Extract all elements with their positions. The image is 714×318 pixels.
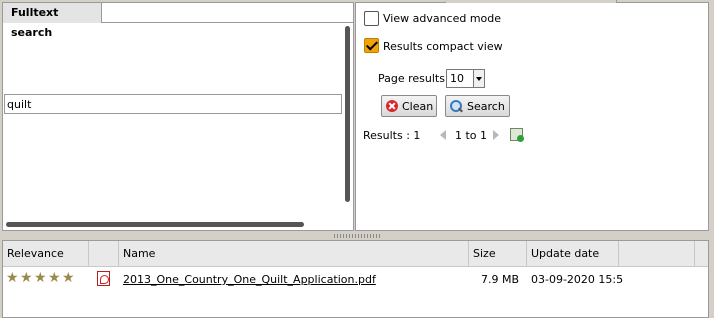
advanced-mode-checkbox[interactable] [364, 11, 379, 26]
page-results-value: 10 [450, 72, 464, 85]
chevron-down-icon[interactable] [473, 70, 484, 87]
results-count: Results : 1 [363, 129, 421, 142]
tab-stub[interactable] [586, 0, 617, 3]
vertical-scrollbar[interactable] [345, 26, 350, 202]
compact-view-label: Results compact view [383, 40, 503, 53]
file-size: 7.9 MB [481, 273, 520, 286]
file-update-date: 03-09-2020 15:5 [531, 273, 624, 286]
search-button-label: Search [467, 99, 505, 113]
relevance-star-icon: ★ [6, 270, 19, 286]
previous-page-icon[interactable] [440, 130, 446, 140]
fulltext-search-panel [2, 2, 354, 231]
panel-splitter-handle[interactable] [334, 234, 380, 238]
pdf-file-icon [97, 271, 110, 286]
tab-fulltext-search[interactable]: Fulltext search [2, 2, 102, 39]
tab-divider [102, 22, 354, 23]
clean-button[interactable]: Clean [381, 95, 437, 117]
column-header-name[interactable]: Name [119, 241, 469, 266]
column-header-relevance[interactable]: Relevance [3, 241, 89, 266]
relevance-star-icon: ★ [48, 270, 61, 286]
column-header-size[interactable]: Size [469, 241, 527, 266]
tab-stub[interactable] [516, 0, 587, 3]
advanced-mode-label: View advanced mode [383, 12, 502, 25]
fulltext-search-input[interactable] [4, 94, 342, 114]
export-results-icon[interactable] [510, 128, 524, 142]
pager-text: 1 to 1 [455, 129, 488, 142]
top-tab-strip [356, 0, 709, 4]
page-results-label: Page results [378, 72, 445, 85]
clear-icon [386, 100, 398, 112]
column-header-type[interactable] [89, 241, 119, 266]
relevance-star-icon: ★ [62, 270, 75, 286]
compact-view-checkbox[interactable] [364, 38, 379, 53]
page-results-select[interactable]: 10 [446, 69, 485, 88]
next-page-icon[interactable] [493, 130, 499, 140]
tab-stub[interactable] [446, 0, 517, 3]
horizontal-scrollbar[interactable] [6, 222, 304, 227]
clean-button-label: Clean [402, 99, 434, 113]
search-icon [450, 99, 463, 113]
relevance-star-icon: ★ [20, 270, 33, 286]
column-header-update-date[interactable]: Update date [527, 241, 619, 266]
column-header-spacer [619, 241, 695, 266]
search-button[interactable]: Search [445, 95, 510, 117]
file-name-link[interactable]: 2013_One_Country_One_Quilt_Application.p… [123, 268, 376, 292]
relevance-star-icon: ★ [34, 270, 47, 286]
